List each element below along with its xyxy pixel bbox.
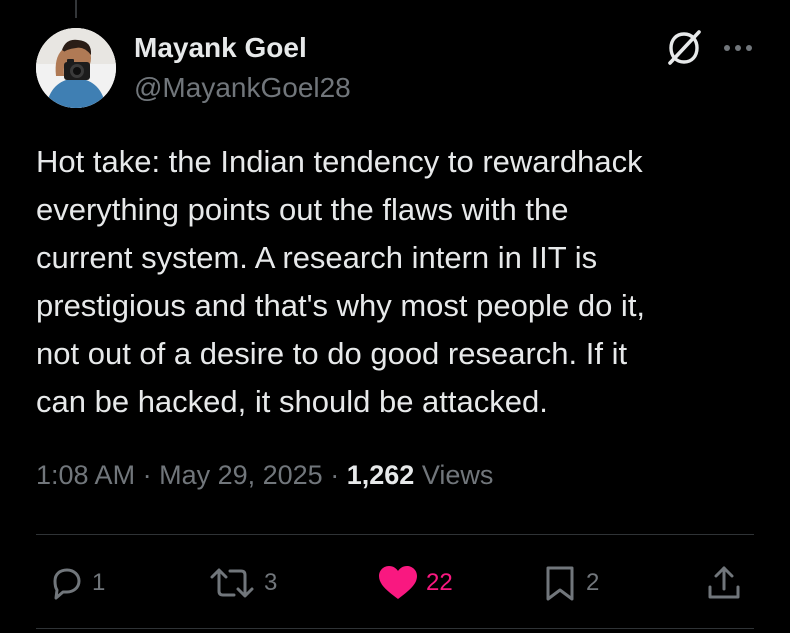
views-label: Views <box>421 460 494 490</box>
more-options-icon[interactable] <box>718 28 758 68</box>
bookmark-count: 2 <box>586 569 600 596</box>
avatar[interactable] <box>36 28 116 108</box>
grok-icon[interactable] <box>664 28 704 68</box>
like-button[interactable]: 22 <box>376 562 453 604</box>
thread-connector-line <box>75 0 77 18</box>
tweet-time[interactable]: 1:08 AM <box>36 460 135 490</box>
bookmark-icon <box>546 566 574 601</box>
bookmark-button[interactable]: 2 <box>540 562 599 604</box>
tweet-text: Hot take: the Indian tendency to rewardh… <box>36 144 646 419</box>
author-handle[interactable]: @MayankGoel28 <box>134 72 351 104</box>
tweet-metadata: 1:08 AM · May 29, 2025 · 1,262 Views <box>36 460 493 491</box>
repost-icon <box>210 568 254 598</box>
avatar-photo <box>36 28 116 108</box>
reply-icon <box>53 568 81 600</box>
like-count: 22 <box>426 569 453 596</box>
reply-count: 1 <box>92 569 106 596</box>
views-count[interactable]: 1,262 <box>347 460 415 490</box>
tweet-date[interactable]: May 29, 2025 <box>159 460 323 490</box>
share-button[interactable] <box>704 562 744 604</box>
meta-separator: · <box>330 460 340 490</box>
divider-top <box>36 534 754 535</box>
repost-count: 3 <box>264 569 278 596</box>
repost-button[interactable]: 3 <box>206 562 277 604</box>
action-bar: 1 3 22 2 <box>0 548 790 618</box>
divider-bottom <box>36 628 754 629</box>
meta-separator: · <box>142 460 152 490</box>
author-name[interactable]: Mayank Goel <box>134 32 307 64</box>
share-icon <box>708 566 740 599</box>
heart-icon <box>379 566 417 599</box>
reply-button[interactable]: 1 <box>46 562 105 604</box>
